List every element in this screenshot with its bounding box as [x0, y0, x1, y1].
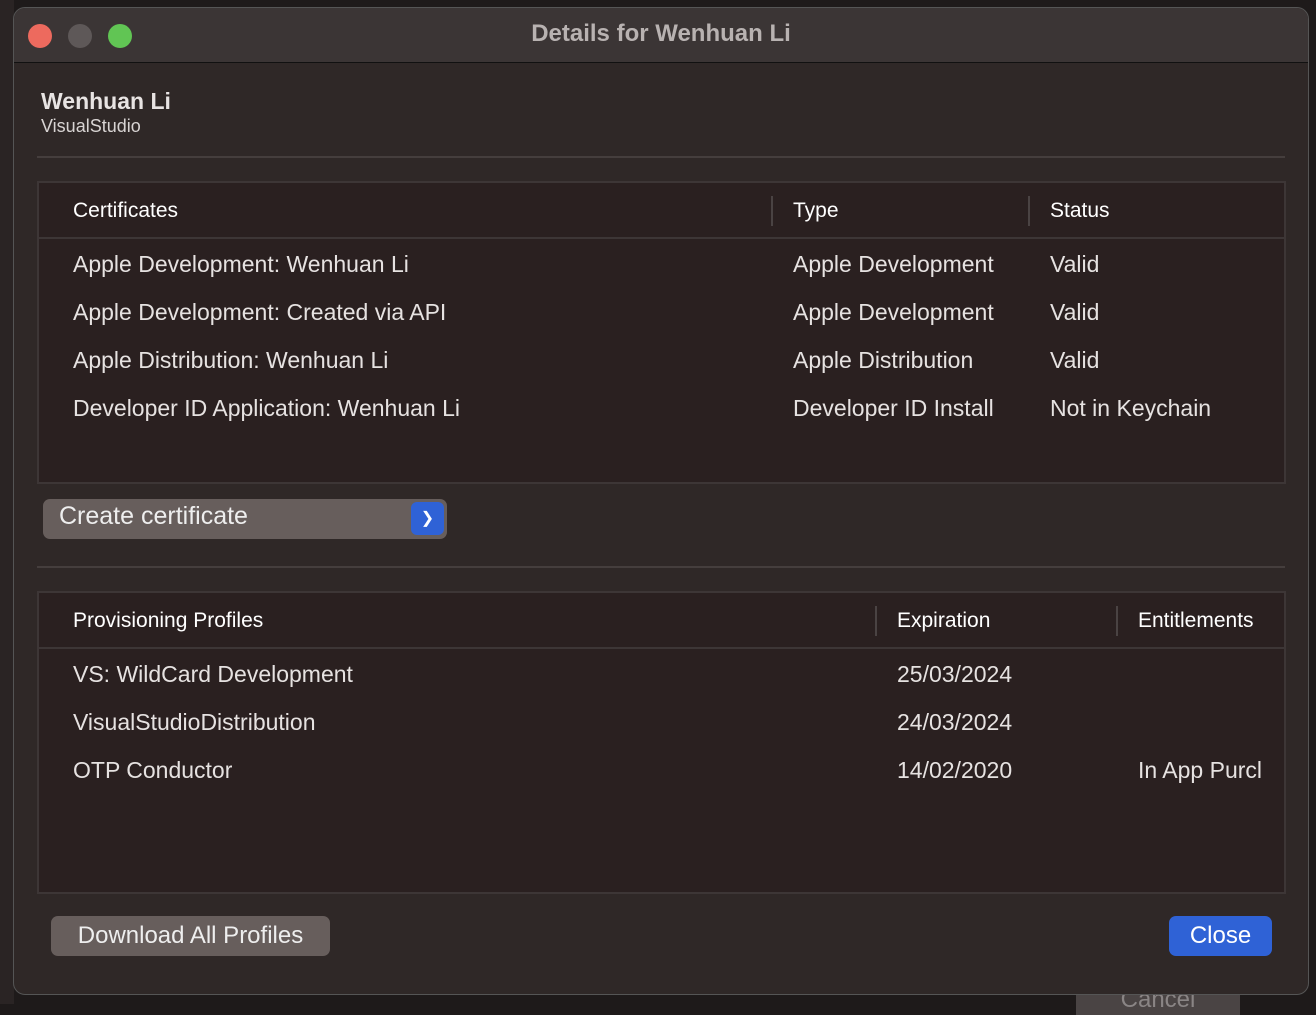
table-cell: Apple Development: Wenhuan Li [73, 251, 409, 277]
divider [37, 156, 1285, 158]
table-row[interactable]: Developer ID Application: Wenhuan Li Deve… [39, 383, 1284, 431]
table-cell: 24/03/2024 [897, 709, 1013, 735]
create-certificate-dropdown[interactable]: Create certificate ❯ [43, 499, 447, 539]
table-cell: Apple Development: Created via API [73, 299, 447, 325]
table-row[interactable]: Apple Development: Created via API Apple … [39, 287, 1284, 335]
table-header: Provisioning Profiles Expiration Entitle… [39, 593, 1284, 649]
table-cell: 25/03/2024 [897, 661, 1013, 687]
column-header-expiration[interactable]: Expiration [897, 609, 990, 633]
table-cell: Developer ID Application: Wenhuan Li [73, 395, 460, 421]
column-divider[interactable] [1028, 196, 1030, 226]
chevron-down-icon: ❯ [411, 502, 444, 535]
close-button[interactable]: Close [1169, 916, 1272, 956]
column-divider[interactable] [1116, 606, 1118, 636]
table-cell: OTP Conductor [73, 757, 233, 783]
table-cell: Valid [1050, 347, 1100, 373]
table-cell: In App Purcl [1138, 757, 1263, 783]
details-dialog: Details for Wenhuan Li Wenhuan Li Visual… [13, 7, 1309, 995]
window-title: Details for Wenhuan Li [531, 20, 791, 47]
column-header-entitlements[interactable]: Entitlements [1138, 609, 1254, 633]
divider [37, 566, 1285, 568]
table-cell: VS: WildCard Development [73, 661, 353, 687]
team-name: VisualStudio [41, 116, 141, 136]
table-row[interactable]: Apple Development: Wenhuan Li Apple Devel… [39, 239, 1284, 287]
background-window [0, 0, 14, 1004]
table-cell: Apple Distribution: Wenhuan Li [73, 347, 389, 373]
account-name: Wenhuan Li [41, 88, 171, 114]
certificates-table: Certificates Type Status Apple Developme… [37, 181, 1286, 484]
table-row[interactable]: Apple Distribution: Wenhuan Li Apple Dist… [39, 335, 1284, 383]
table-cell: Apple Distribution [793, 347, 974, 373]
table-row[interactable]: VS: WildCard Development 25/03/2024 [39, 649, 1284, 697]
create-certificate-label: Create certificate [59, 502, 248, 530]
table-row[interactable]: OTP Conductor 14/02/2020 In App Purcl [39, 745, 1284, 793]
table-cell: 14/02/2020 [897, 757, 1013, 783]
table-cell: Not in Keychain [1050, 395, 1212, 421]
column-divider[interactable] [875, 606, 877, 636]
table-cell: VisualStudioDistribution [73, 709, 316, 735]
provisioning-profiles-table: Provisioning Profiles Expiration Entitle… [37, 591, 1286, 894]
column-header-status[interactable]: Status [1050, 199, 1110, 223]
column-divider[interactable] [771, 196, 773, 226]
title-bar: Details for Wenhuan Li [14, 8, 1308, 63]
table-cell: Valid [1050, 299, 1100, 325]
table-header: Certificates Type Status [39, 183, 1284, 239]
table-cell: Valid [1050, 251, 1100, 277]
column-header-provisioning-profiles[interactable]: Provisioning Profiles [73, 609, 263, 633]
table-row[interactable]: VisualStudioDistribution 24/03/2024 [39, 697, 1284, 745]
table-cell: Apple Development [793, 251, 994, 277]
column-header-type[interactable]: Type [793, 199, 839, 223]
table-cell: Developer ID Install [793, 395, 994, 421]
download-all-profiles-button[interactable]: Download All Profiles [51, 916, 330, 956]
table-cell: Apple Development [793, 299, 994, 325]
column-header-certificates[interactable]: Certificates [73, 199, 178, 223]
